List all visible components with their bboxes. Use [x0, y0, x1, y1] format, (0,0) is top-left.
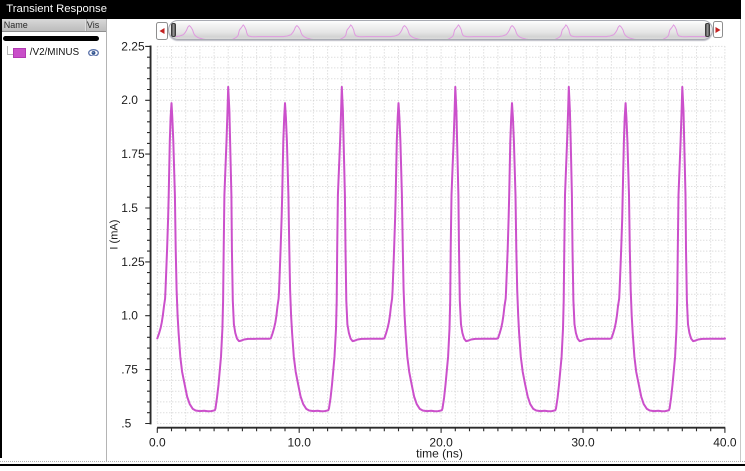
svg-text:40.0: 40.0	[713, 436, 737, 450]
svg-text:0.0: 0.0	[149, 436, 166, 450]
svg-text:10.0: 10.0	[288, 436, 312, 450]
svg-text:1.0: 1.0	[121, 309, 138, 323]
svg-text:1.25: 1.25	[121, 255, 145, 269]
svg-text:I (mA): I (mA)	[108, 220, 120, 250]
svg-text:time (ns): time (ns)	[416, 447, 463, 461]
svg-text:30.0: 30.0	[571, 436, 595, 450]
svg-text:.75: .75	[121, 363, 138, 377]
svg-text:2.25: 2.25	[121, 39, 145, 53]
svg-text:1.5: 1.5	[121, 201, 138, 215]
svg-text:.5: .5	[121, 416, 131, 430]
svg-text:1.75: 1.75	[121, 147, 145, 161]
svg-text:2.0: 2.0	[121, 93, 138, 107]
